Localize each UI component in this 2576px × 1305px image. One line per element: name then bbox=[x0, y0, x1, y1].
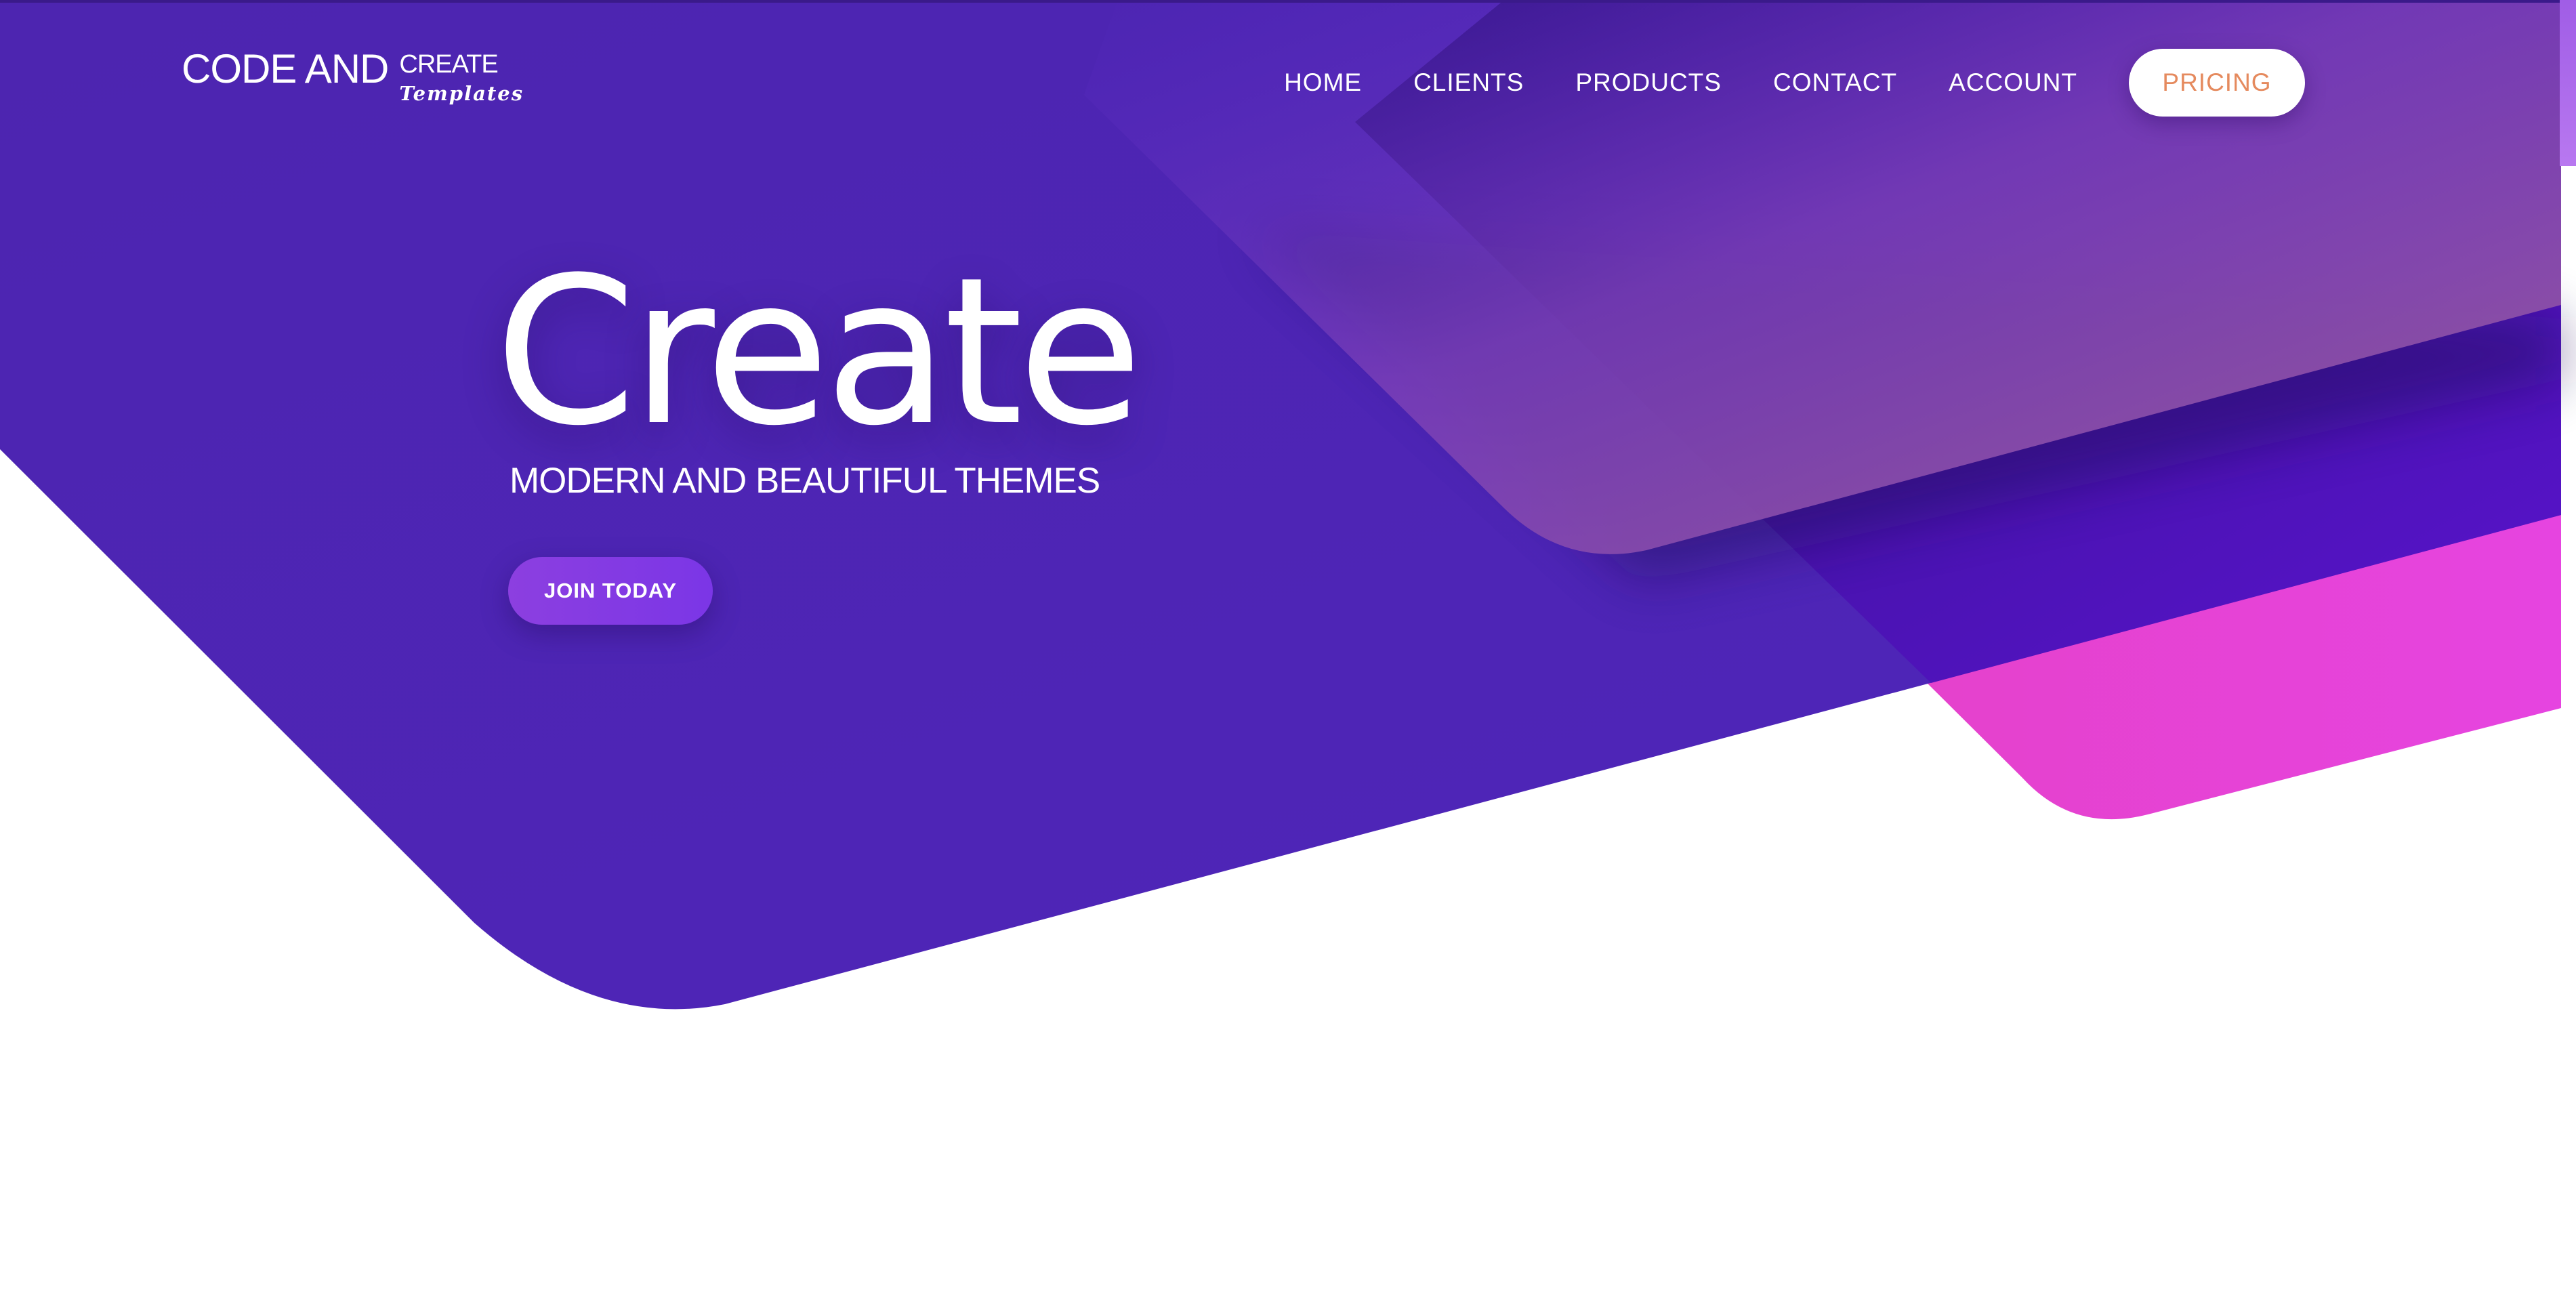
landing-page: CODE AND CREATE Templates HOME CLIENTS P… bbox=[0, 0, 2576, 1305]
brand-side: CREATE Templates bbox=[399, 43, 524, 104]
brand-create-text: CREATE bbox=[399, 50, 498, 79]
hero-subtitle: MODERN AND BEAUTIFUL THEMES bbox=[510, 461, 1100, 501]
hero-background bbox=[0, 0, 2576, 1010]
brand-templates-text: Templates bbox=[399, 82, 524, 105]
join-today-button[interactable]: JOIN TODAY bbox=[508, 557, 713, 625]
nav-clients[interactable]: CLIENTS bbox=[1413, 49, 1524, 117]
nav-products[interactable]: PRODUCTS bbox=[1575, 49, 1722, 117]
top-navbar: CODE AND CREATE Templates HOME CLIENTS P… bbox=[0, 0, 2576, 166]
nav-home[interactable]: HOME bbox=[1284, 49, 1362, 117]
nav-account[interactable]: ACCOUNT bbox=[1949, 49, 2077, 117]
brand-main-text: CODE AND bbox=[182, 46, 389, 91]
nav-contact[interactable]: CONTACT bbox=[1773, 49, 1897, 117]
pricing-button[interactable]: PRICING bbox=[2129, 49, 2305, 117]
brand-logo[interactable]: CODE AND CREATE Templates bbox=[182, 43, 524, 104]
hero-title: Create bbox=[495, 234, 1143, 470]
main-nav: HOME CLIENTS PRODUCTS CONTACT ACCOUNT PR… bbox=[1232, 49, 2305, 117]
